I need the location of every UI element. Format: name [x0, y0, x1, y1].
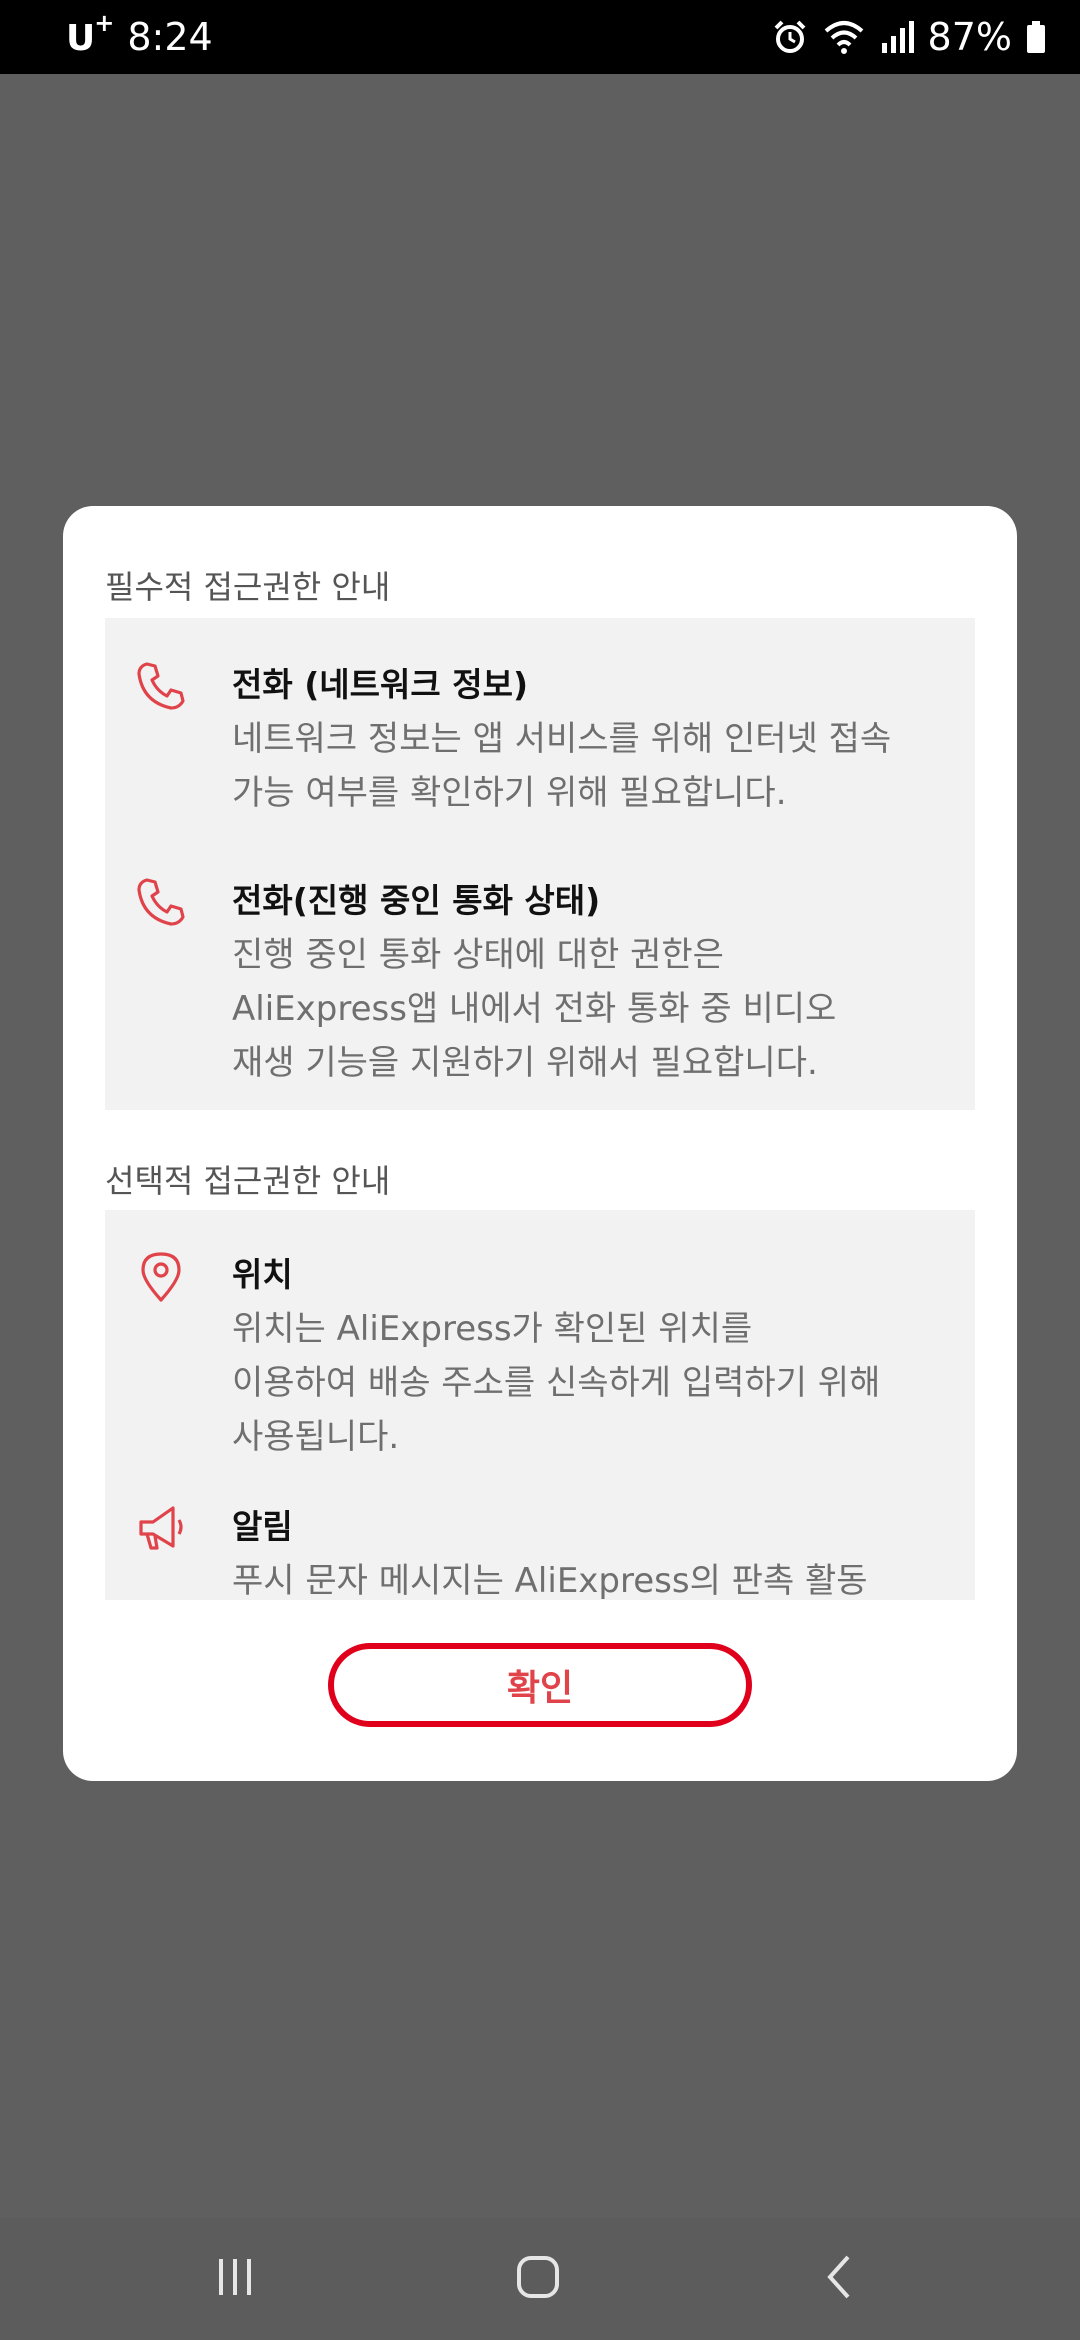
- recent-apps-icon: [213, 2255, 257, 2303]
- home-icon: [514, 2253, 562, 2305]
- alarm-icon: [772, 19, 808, 55]
- permission-item-location: 위치 위치는 AliExpress가 확인된 위치를 이용하여 배송 주소를 신…: [105, 1248, 975, 1457]
- home-button[interactable]: [458, 2218, 618, 2340]
- permission-item-notification: 알림 푸시 문자 메시지는 AliExpress의 판촉 활동: [105, 1500, 975, 1600]
- permission-title: 알림: [232, 1507, 293, 1546]
- permission-title: 전화(진행 중인 통화 상태): [232, 881, 601, 920]
- optional-permissions-panel[interactable]: 위치 위치는 AliExpress가 확인된 위치를 이용하여 배송 주소를 신…: [105, 1210, 975, 1600]
- signal-icon: [880, 19, 914, 55]
- permission-description: 위치는 AliExpress가 확인된 위치를 이용하여 배송 주소를 신속하게…: [232, 1309, 881, 1457]
- battery-percent: 87%: [927, 15, 1012, 59]
- status-time: 8:24: [127, 15, 213, 59]
- phone-icon: [133, 874, 189, 930]
- status-bar: U+ 8:24 87%: [0, 0, 1080, 74]
- confirm-button[interactable]: 확인: [328, 1643, 752, 1727]
- back-button[interactable]: [760, 2218, 920, 2340]
- permission-item-network: 전화 (네트워크 정보) 네트워크 정보는 앱 서비스를 위해 인터넷 접속 가…: [105, 658, 975, 818]
- navigation-bar: [0, 2218, 1080, 2340]
- permission-dialog: 필수적 접근권한 안내 전화 (네트워크 정보) 네트워크 정보는 앱 서비스를…: [63, 506, 1017, 1781]
- permission-title: 전화 (네트워크 정보): [232, 665, 529, 704]
- wifi-icon: [822, 19, 866, 55]
- required-section-title: 필수적 접근권한 안내: [105, 568, 391, 606]
- permission-description: 진행 중인 통화 상태에 대한 권한은 AliExpress앱 내에서 전화 통…: [232, 935, 837, 1083]
- permission-title: 위치: [232, 1255, 293, 1294]
- permission-item-call-state: 전화(진행 중인 통화 상태) 진행 중인 통화 상태에 대한 권한은 AliE…: [105, 874, 975, 1094]
- optional-section-title: 선택적 접근권한 안내: [105, 1162, 391, 1200]
- status-left: U+ 8:24: [66, 9, 213, 59]
- permission-description: 푸시 문자 메시지는 AliExpress의 판촉 활동: [232, 1561, 868, 1600]
- recent-apps-button[interactable]: [155, 2218, 315, 2340]
- permission-description: 네트워크 정보는 앱 서비스를 위해 인터넷 접속 가능 여부를 확인하기 위해…: [232, 719, 892, 813]
- back-icon: [820, 2253, 860, 2305]
- megaphone-icon: [133, 1500, 189, 1556]
- location-pin-icon: [133, 1248, 189, 1304]
- required-permissions-panel: 전화 (네트워크 정보) 네트워크 정보는 앱 서비스를 위해 인터넷 접속 가…: [105, 618, 975, 1110]
- carrier-label: U+: [66, 9, 114, 59]
- battery-icon: [1026, 19, 1046, 55]
- status-right: 87%: [772, 15, 1046, 59]
- phone-icon: [133, 658, 189, 714]
